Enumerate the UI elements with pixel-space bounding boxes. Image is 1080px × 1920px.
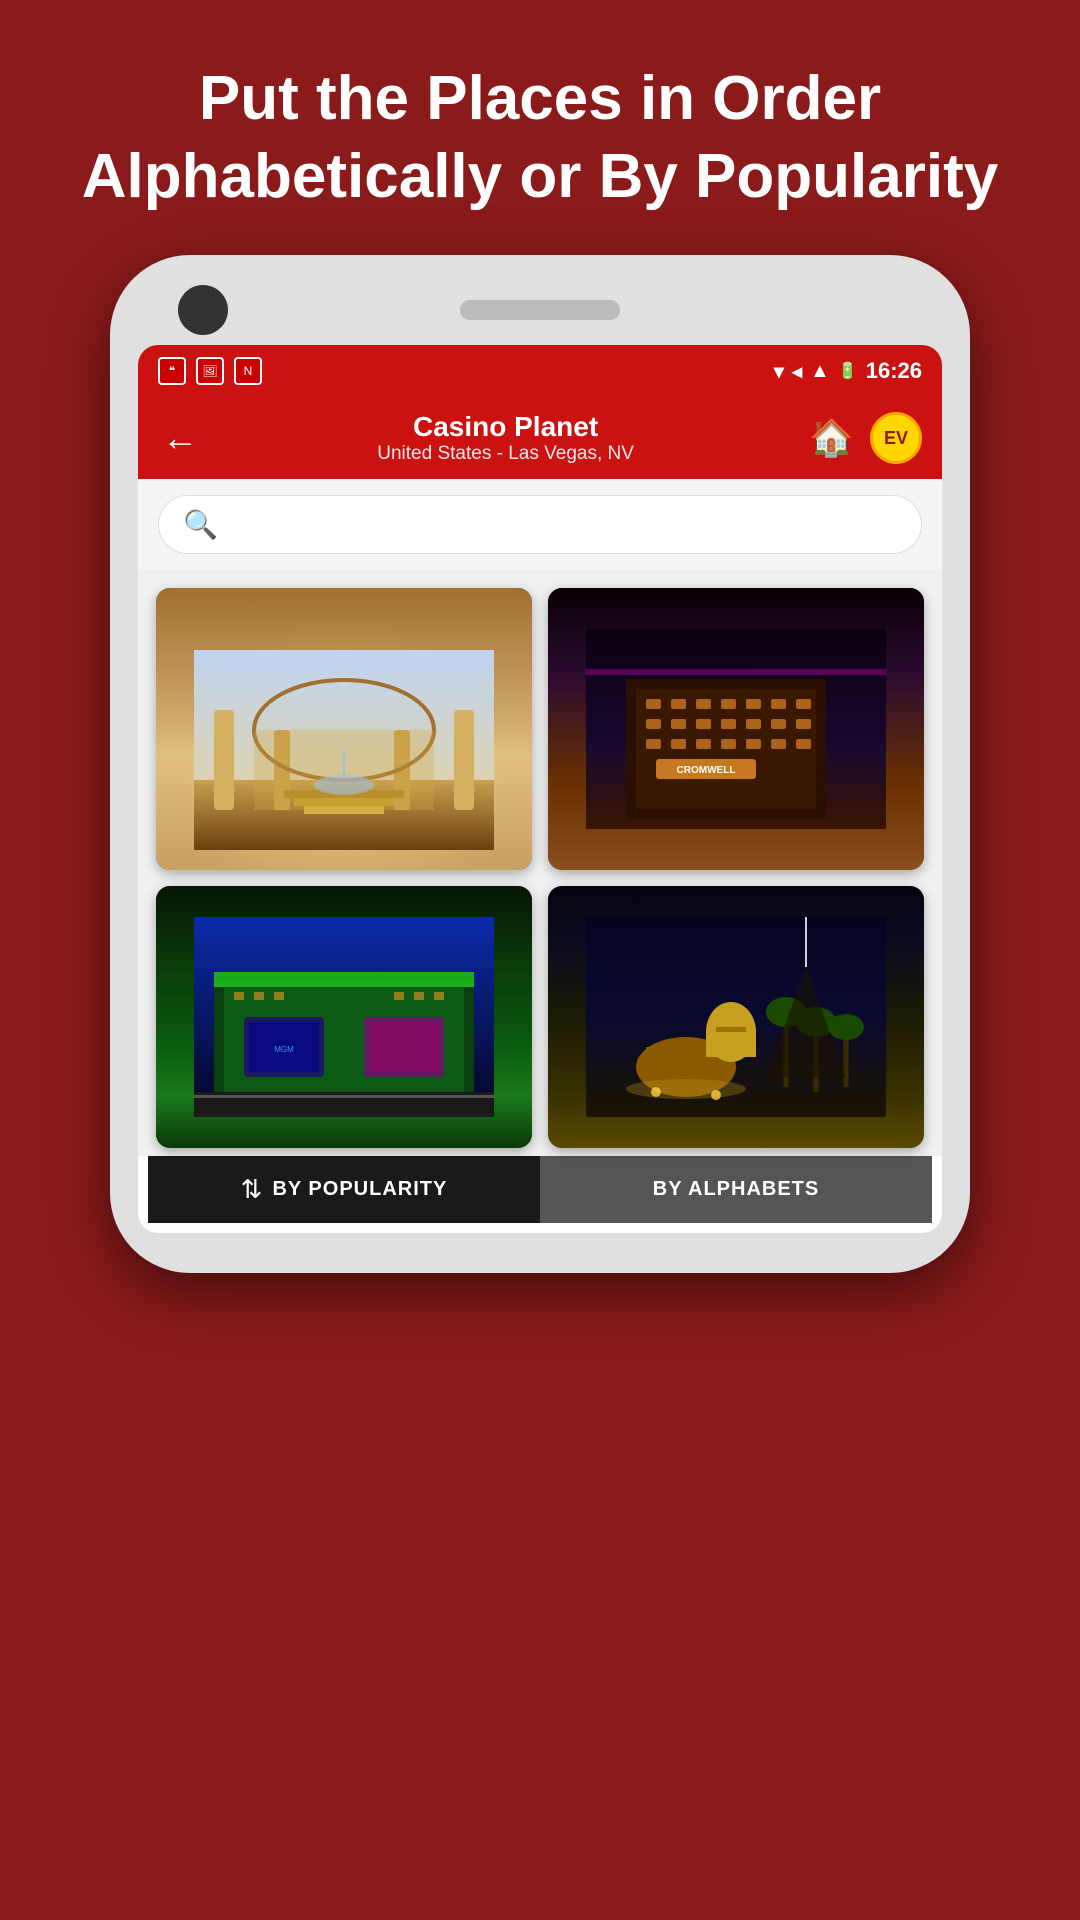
headline: Put the Places in Order Alphabetically o… — [0, 0, 1080, 255]
home-icon[interactable]: 🏠 — [809, 417, 854, 459]
phone-speaker — [460, 300, 620, 320]
popularity-button[interactable]: ⇅ BY POPULARITY — [148, 1156, 540, 1223]
alphabets-button[interactable]: BY ALPHABETS — [540, 1156, 932, 1223]
app-title: Casino Planet — [222, 411, 789, 443]
battery-icon: 🔋 — [838, 361, 858, 381]
status-icons-right: ▾ ◂ ▲ 🔋 16:26 — [774, 358, 922, 384]
quote-icon: ❝ — [158, 357, 186, 385]
phone-notch-area — [138, 285, 942, 335]
svg-text:MGM: MGM — [274, 1045, 294, 1054]
place-card-palazzo[interactable]: Palazzo Resort Casino — [156, 588, 532, 870]
search-input[interactable] — [232, 512, 897, 538]
sort-icon: ⇅ — [241, 1174, 263, 1205]
search-container: 🔍 — [138, 479, 942, 570]
phone-screen: ❝ 🖼 N ▾ ◂ ▲ 🔋 16:26 ← Casino Planet — [138, 345, 942, 1233]
phone-wrapper: ❝ 🖼 N ▾ ◂ ▲ 🔋 16:26 ← Casino Planet — [110, 255, 970, 1273]
notification-icon: N — [234, 357, 262, 385]
status-time: 16:26 — [866, 358, 922, 384]
place-image-palazzo — [156, 588, 532, 870]
header-title-area: Casino Planet United States - Las Vegas,… — [222, 411, 789, 465]
signal-icon-2: ▲ — [810, 360, 830, 383]
status-icons-left: ❝ 🖼 N — [158, 357, 262, 385]
app-header: ← Casino Planet United States - Las Vega… — [138, 397, 942, 479]
signal-icon: ◂ — [792, 359, 802, 384]
header-actions: 🏠 EV — [809, 412, 922, 464]
search-bar[interactable]: 🔍 — [158, 495, 922, 554]
place-image-mgm: MGM — [156, 886, 532, 1148]
alphabets-label: BY ALPHABETS — [653, 1178, 819, 1201]
place-card-mgm[interactable]: MGM — [156, 886, 532, 1148]
ev-badge[interactable]: EV — [870, 412, 922, 464]
svg-text:CROMWELL: CROMWELL — [677, 765, 736, 776]
place-image-cromwell: CROMWELL — [548, 588, 924, 870]
search-icon: 🔍 — [183, 508, 218, 541]
place-image-luxor — [548, 886, 924, 1148]
place-card-luxor[interactable]: Casino at Luxor Las Vegas — [548, 886, 924, 1148]
bottom-bar: ⇅ BY POPULARITY BY ALPHABETS — [148, 1156, 932, 1223]
status-bar: ❝ 🖼 N ▾ ◂ ▲ 🔋 16:26 — [138, 345, 942, 397]
phone-camera — [178, 285, 228, 335]
wifi-icon: ▾ — [774, 359, 784, 384]
place-card-cromwell[interactable]: CROMWELL Casino at The Cromwell — [548, 588, 924, 870]
popularity-label: BY POPULARITY — [272, 1178, 447, 1201]
places-grid: Palazzo Resort Casino — [138, 570, 942, 1156]
app-subtitle: United States - Las Vegas, NV — [222, 443, 789, 465]
back-button[interactable]: ← — [158, 413, 202, 463]
image-icon: 🖼 — [196, 357, 224, 385]
